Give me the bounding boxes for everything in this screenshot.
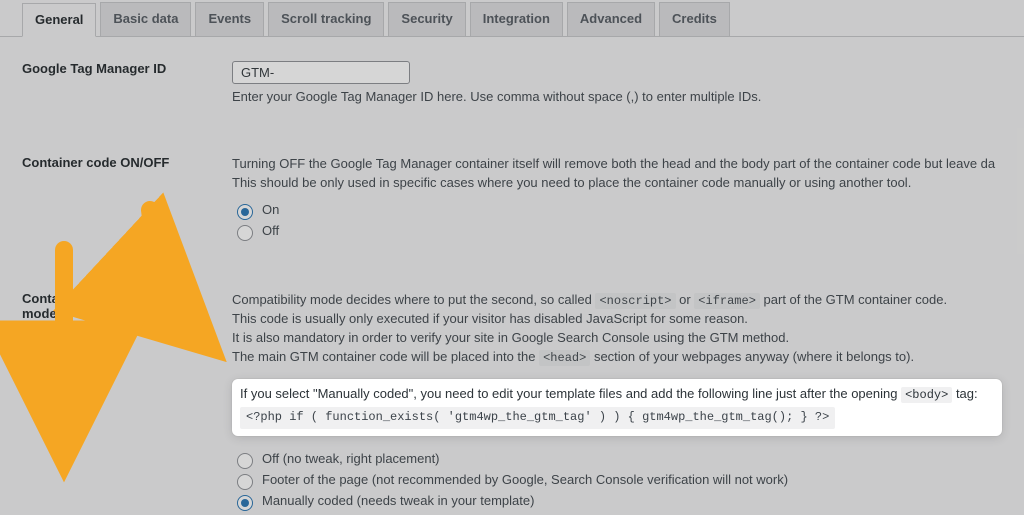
settings-form-table: Google Tag Manager ID Enter your Google … xyxy=(22,37,1002,515)
tab-advanced[interactable]: Advanced xyxy=(567,2,655,36)
tab-general[interactable]: General xyxy=(22,3,96,37)
code-body-tag: <body> xyxy=(901,387,952,403)
onoff-description-line1: Turning OFF the Google Tag Manager conta… xyxy=(232,156,995,171)
onoff-description-line2: This should be only used in specific cas… xyxy=(232,175,911,190)
manual-code-highlight: If you select "Manually coded", you need… xyxy=(232,379,1002,436)
compat-radio-off-input[interactable] xyxy=(237,453,253,469)
compat-para1a: Compatibility mode decides where to put … xyxy=(232,292,595,307)
compat-radio-manual-label: Manually coded (needs tweak in your temp… xyxy=(262,492,534,511)
compat-para4a: The main GTM container code will be plac… xyxy=(232,349,539,364)
tab-label: Events xyxy=(208,11,251,26)
code-iframe: <iframe> xyxy=(694,293,760,309)
tab-events[interactable]: Events xyxy=(195,2,264,36)
compat-radio-off[interactable]: Off (no tweak, right placement) xyxy=(232,450,1002,469)
onoff-radio-on-input[interactable] xyxy=(237,204,253,220)
compat-para4b: section of your webpages anyway (where i… xyxy=(594,349,914,364)
tab-scroll-tracking[interactable]: Scroll tracking xyxy=(268,2,384,36)
compat-radio-footer-input[interactable] xyxy=(237,474,253,490)
tab-integration[interactable]: Integration xyxy=(470,2,563,36)
tab-label: Security xyxy=(401,11,452,26)
php-snippet: <?php if ( function_exists( 'gtm4wp_the_… xyxy=(240,407,835,428)
compat-radio-footer-label: Footer of the page (not recommended by G… xyxy=(262,471,788,490)
onoff-radio-off[interactable]: Off xyxy=(232,222,1002,241)
onoff-radio-on[interactable]: On xyxy=(232,201,1002,220)
code-noscript: <noscript> xyxy=(595,293,675,309)
gtm-id-input[interactable] xyxy=(232,61,410,84)
tab-security[interactable]: Security xyxy=(388,2,465,36)
highlight-text-b: tag: xyxy=(956,386,978,401)
tab-label: Advanced xyxy=(580,11,642,26)
compat-radio-manual-input[interactable] xyxy=(237,495,253,511)
compat-para1b: or xyxy=(679,292,694,307)
gtm-id-description: Enter your Google Tag Manager ID here. U… xyxy=(232,88,1002,107)
tab-basic-data[interactable]: Basic data xyxy=(100,2,191,36)
compat-para2: This code is usually only executed if yo… xyxy=(232,311,748,326)
compat-para3: It is also mandatory in order to verify … xyxy=(232,330,789,345)
compat-radio-footer[interactable]: Footer of the page (not recommended by G… xyxy=(232,471,1002,490)
compat-radio-manual[interactable]: Manually coded (needs tweak in your temp… xyxy=(232,492,1002,511)
tab-label: General xyxy=(35,12,83,27)
tab-label: Credits xyxy=(672,11,717,26)
row-label-onoff: Container code ON/OFF xyxy=(22,131,232,267)
onoff-radio-off-input[interactable] xyxy=(237,225,253,241)
tab-label: Scroll tracking xyxy=(281,11,371,26)
compat-para1c: part of the GTM container code. xyxy=(764,292,948,307)
tab-credits[interactable]: Credits xyxy=(659,2,730,36)
highlight-text-a: If you select "Manually coded", you need… xyxy=(240,386,901,401)
settings-tab-bar: General Basic data Events Scroll trackin… xyxy=(0,0,1024,37)
tab-label: Integration xyxy=(483,11,550,26)
onoff-radio-on-label: On xyxy=(262,201,279,220)
row-label-compat: Container code compatibility mode xyxy=(22,267,232,515)
onoff-radio-off-label: Off xyxy=(262,222,279,241)
compat-radio-off-label: Off (no tweak, right placement) xyxy=(262,450,440,469)
tab-label: Basic data xyxy=(113,11,178,26)
row-label-gtm-id: Google Tag Manager ID xyxy=(22,37,232,131)
code-head: <head> xyxy=(539,350,590,366)
